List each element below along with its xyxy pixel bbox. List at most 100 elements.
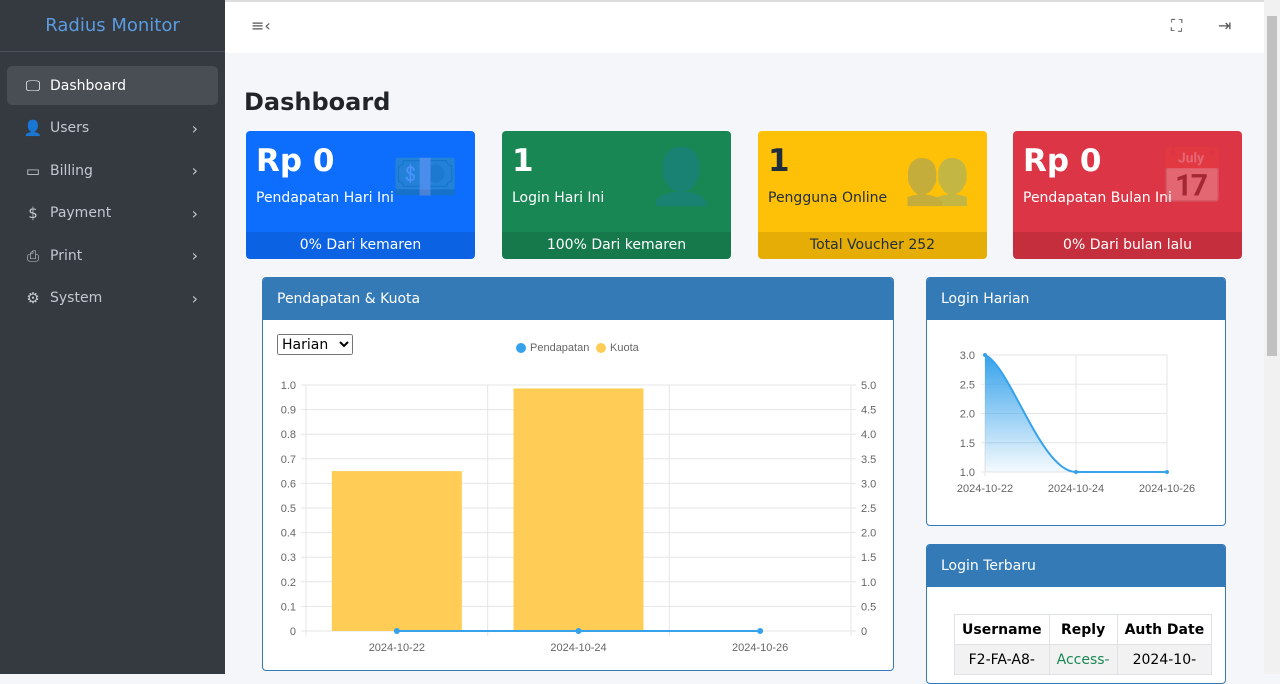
- user-icon: 👤: [23, 119, 43, 137]
- sidebar-item-label: Payment: [50, 205, 112, 221]
- top-navbar: ≡‹ ⛶ ⇥: [225, 0, 1264, 53]
- sidebar-item-label: Billing: [50, 162, 93, 179]
- sidebar-item-dashboard[interactable]: 🖵 Dashboard: [7, 66, 218, 105]
- panel-title: Login Terbaru: [927, 545, 1225, 587]
- y-tick: 3.0: [960, 350, 975, 362]
- stat-footer[interactable]: Total Voucher 252: [758, 232, 987, 259]
- chevron-right-icon: ›: [191, 246, 198, 265]
- username-cell: F2-FA-A8-: [954, 644, 1050, 675]
- y-tick: 2.0: [960, 409, 975, 421]
- y-left-tick: 0.5: [281, 503, 296, 515]
- stat-footer[interactable]: 0% Dari kemaren: [246, 232, 475, 259]
- sidebar-item-label: Users: [50, 120, 90, 136]
- x-tick: 2024-10-26: [1139, 483, 1195, 495]
- logout-icon[interactable]: ⇥: [1218, 16, 1231, 35]
- sidebar-item-billing[interactable]: ▭ Billing ›: [7, 151, 218, 190]
- revenue-quota-chart: 0 0 0.1 0.5 0.2 1.0 0.3 1.5 0.4 2.0 0.5 2.5 0.6 3.0 0.…: [281, 342, 877, 654]
- fullscreen-icon[interactable]: ⛶: [1171, 16, 1182, 36]
- x-tick: 2024-10-26: [732, 642, 788, 654]
- y-right-tick: 3.5: [861, 454, 876, 466]
- stat-label: Login Hari Ini: [512, 190, 605, 206]
- sidebar-item-label: Print: [50, 247, 83, 264]
- page-title: Dashboard: [244, 88, 391, 116]
- y-right-tick: 4.0: [861, 429, 876, 441]
- stat-card: Rp 0 Pendapatan Bulan Ini 📅 0% Dari bulan l…: [1013, 131, 1242, 259]
- stat-label: Pendapatan Hari Ini: [256, 190, 394, 206]
- sidebar-nav: 🖵 Dashboard 👤 Users › ▭ Billing › $ Payment › ⎙ Prin…: [0, 52, 225, 335]
- scrollbar-thumb[interactable]: [1267, 16, 1277, 356]
- login-point: [1165, 470, 1169, 474]
- user-login-icon: 👤: [647, 145, 715, 208]
- reply-cell: Access-: [1048, 644, 1118, 675]
- sidebar-item-label: Dashboard: [50, 77, 126, 94]
- sidebar: Radius Monitor 🖵 Dashboard 👤 Users › ▭ Billing…: [0, 0, 225, 674]
- legend-swatch-kuota: [596, 343, 606, 353]
- y-right-tick: 1.0: [861, 577, 876, 589]
- y-right-tick: 0.5: [861, 601, 876, 613]
- stat-footer[interactable]: 100% Dari kemaren: [502, 232, 731, 259]
- y-tick: 2.5: [960, 379, 975, 391]
- stat-value: Rp 0: [1023, 143, 1102, 179]
- pendapatan-point: [757, 628, 764, 634]
- y-left-tick: 0.9: [281, 405, 296, 417]
- y-left-tick: 1.0: [281, 380, 296, 392]
- column-header: Reply: [1048, 614, 1118, 645]
- gear-icon: ⚙: [26, 289, 40, 307]
- legend-label-pendapatan: Pendapatan: [530, 342, 589, 354]
- chevron-right-icon: ›: [191, 203, 198, 223]
- y-left-tick: 0.6: [281, 478, 296, 490]
- y-right-tick: 2.0: [861, 528, 876, 540]
- x-tick: 2024-10-22: [369, 642, 425, 654]
- monitor-icon: 🖵: [25, 76, 41, 95]
- legend-swatch-pendapatan: [516, 343, 526, 353]
- stat-card: Rp 0 Pendapatan Hari Ini 💵 0% Dari kemaren: [246, 131, 475, 259]
- chevron-right-icon: ›: [191, 288, 198, 308]
- daily-login-panel: Login Harian 1.0 1.5 2.0 2.5 3.0 2024-10-22 20…: [926, 277, 1226, 526]
- money-icon: $: [28, 204, 38, 222]
- pendapatan-point: [575, 628, 582, 634]
- legend-label-kuota: Kuota: [610, 342, 640, 354]
- stat-footer[interactable]: 0% Dari bulan lalu: [1013, 232, 1242, 259]
- chevron-right-icon: ›: [191, 118, 198, 138]
- stat-card: 1 Login Hari Ini 👤 100% Dari kemaren: [502, 131, 731, 259]
- sidebar-item-users[interactable]: 👤 Users ›: [7, 109, 218, 148]
- printer-icon: ⎙: [26, 246, 39, 265]
- login-point: [1074, 470, 1078, 474]
- table-row: F2-FA-A8- Access- 2024-10-: [954, 644, 1213, 675]
- daily-login-chart: 1.0 1.5 2.0 2.5 3.0 2024-10-22 2024-10-24 2024-…: [957, 350, 1195, 495]
- login-point: [983, 353, 987, 357]
- x-tick: 2024-10-24: [550, 642, 606, 654]
- y-tick: 1.0: [960, 467, 975, 479]
- y-left-tick: 0.8: [281, 429, 296, 441]
- sidebar-item-payment[interactable]: $ Payment ›: [7, 194, 218, 233]
- y-tick: 1.5: [960, 438, 975, 450]
- column-header: Username: [954, 614, 1050, 645]
- y-left-tick: 0.1: [281, 601, 296, 613]
- stat-label: Pengguna Online: [768, 190, 888, 206]
- kuota-bar: [331, 471, 462, 631]
- sidebar-item-system[interactable]: ⚙ System ›: [7, 279, 218, 318]
- stat-value: 1: [512, 143, 534, 179]
- x-tick: 2024-10-24: [1048, 483, 1104, 495]
- sidebar-item-print[interactable]: ⎙ Print ›: [7, 236, 218, 275]
- brand-logo[interactable]: Radius Monitor: [0, 0, 225, 52]
- y-right-tick: 4.5: [861, 405, 876, 417]
- users-icon: 👥: [903, 145, 971, 208]
- menu-toggle-icon[interactable]: ≡‹: [251, 16, 271, 35]
- pendapatan-point: [393, 628, 400, 634]
- credit-card-icon: ▭: [25, 161, 41, 180]
- stat-label: Pendapatan Bulan Ini: [1023, 190, 1172, 206]
- revenue-quota-panel: Pendapatan & Kuota Harian 0 0 0.1 0.5 0.2 1.0…: [262, 277, 894, 671]
- panel-title: Login Harian: [927, 278, 1225, 320]
- column-header: Auth Date: [1116, 614, 1213, 645]
- y-left-tick: 0.2: [281, 577, 296, 589]
- stat-card: 1 Pengguna Online 👥 Total Voucher 252: [758, 131, 987, 259]
- y-right-tick: 5.0: [861, 380, 876, 392]
- stat-value: 1: [768, 143, 790, 179]
- recent-login-table: Username Reply Auth Date F2-FA-A8- Acces…: [954, 614, 1213, 675]
- y-left-tick: 0: [290, 626, 296, 638]
- auth-date-cell: 2024-10-: [1116, 644, 1213, 675]
- y-right-tick: 0: [861, 626, 867, 638]
- scrollbar[interactable]: [1264, 0, 1280, 674]
- y-right-tick: 3.0: [861, 478, 876, 490]
